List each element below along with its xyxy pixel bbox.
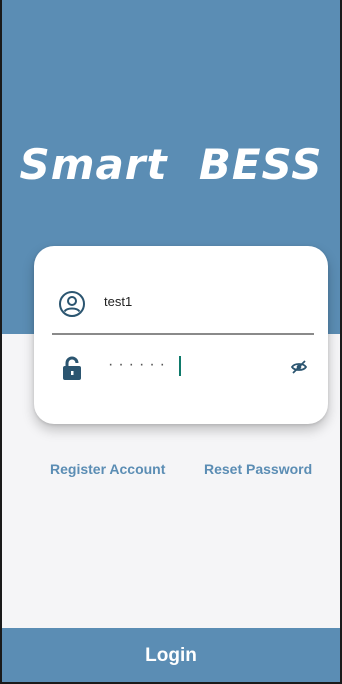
username-underline: [52, 333, 314, 335]
login-screen: Smart BESS test1 ······ Register Account…: [0, 0, 342, 684]
password-field[interactable]: ······: [34, 348, 328, 388]
password-masked-value: ······: [108, 356, 170, 373]
register-account-link[interactable]: Register Account: [50, 461, 165, 477]
username-field[interactable]: test1: [34, 284, 328, 324]
user-circle-icon: [58, 290, 86, 318]
reset-password-link[interactable]: Reset Password: [204, 461, 312, 477]
lock-icon: [58, 354, 86, 382]
text-caret: [179, 356, 181, 376]
eye-off-icon[interactable]: [290, 358, 308, 376]
login-button[interactable]: Login: [2, 628, 340, 682]
login-card: test1 ······: [34, 246, 328, 424]
username-value: test1: [104, 294, 133, 309]
app-title: Smart BESS: [19, 140, 323, 189]
